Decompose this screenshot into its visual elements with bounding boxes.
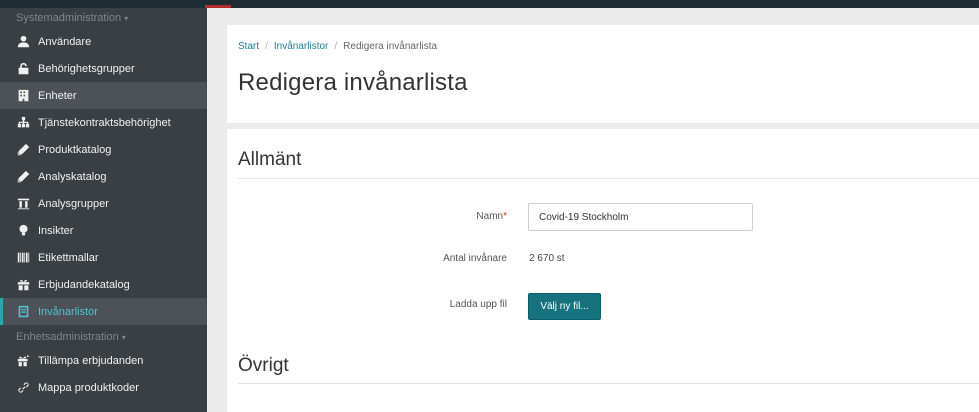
sidebar-section-label: Enhetsadministration bbox=[16, 331, 119, 343]
count-value: 2 670 st bbox=[529, 253, 565, 264]
sidebar-section-system[interactable]: Systemadministration ▾ bbox=[0, 8, 207, 28]
sidebar-item-label: Tjänstekontraktsbehörighet bbox=[38, 116, 171, 129]
sidebar-item-label: Enheter bbox=[38, 89, 77, 102]
main-content: Start / Invånarlistor / Redigera invånarlist… bbox=[207, 8, 979, 412]
page-title: Redigera invånarlista bbox=[238, 69, 468, 96]
sidebar: Systemadministration ▾ Användare Behörigh… bbox=[0, 8, 207, 412]
sidebar-item-anvandare[interactable]: Användare bbox=[0, 28, 207, 55]
sidebar-item-enheter[interactable]: Enheter bbox=[0, 82, 207, 109]
sidebar-item-analyskatalog[interactable]: Analyskatalog bbox=[0, 163, 207, 190]
sidebar-item-produktkatalog[interactable]: Produktkatalog bbox=[0, 136, 207, 163]
sitemap-icon bbox=[16, 116, 30, 130]
gift-apply-icon bbox=[16, 354, 30, 368]
name-input[interactable] bbox=[528, 203, 753, 231]
section-title-other: Övrigt bbox=[238, 355, 289, 376]
sidebar-item-label: Invånarlistor bbox=[38, 305, 98, 318]
caret-down-icon: ▾ bbox=[124, 14, 129, 23]
caret-down-icon: ▾ bbox=[121, 333, 126, 342]
name-label-text: Namn bbox=[476, 211, 504, 222]
sidebar-item-label: Analysgrupper bbox=[38, 197, 109, 210]
sidebar-item-label: Etikettmallar bbox=[38, 251, 99, 264]
lock-icon bbox=[16, 62, 30, 76]
section-divider bbox=[238, 383, 979, 384]
sidebar-item-label: Analyskatalog bbox=[38, 170, 107, 183]
count-label: Antal invånare bbox=[443, 253, 507, 264]
pencil-icon bbox=[16, 170, 30, 184]
sidebar-section-label: Systemadministration bbox=[16, 12, 122, 24]
gift-icon bbox=[16, 278, 30, 292]
breadcrumb: Start / Invånarlistor / Redigera invånarlist… bbox=[238, 41, 437, 52]
sidebar-item-label: Användare bbox=[38, 35, 92, 48]
section-divider bbox=[238, 178, 979, 179]
sidebar-item-analysgrupper[interactable]: Analysgrupper bbox=[0, 190, 207, 217]
breadcrumb-current: Redigera invånarlista bbox=[343, 41, 438, 52]
sidebar-item-tillampa-erbjudanden[interactable]: Tillämpa erbjudanden bbox=[0, 347, 207, 374]
upload-label: Ladda upp fil bbox=[449, 299, 507, 310]
sidebar-item-tjanstekontraktsbehorighet[interactable]: Tjänstekontraktsbehörighet bbox=[0, 109, 207, 136]
list-icon bbox=[16, 305, 30, 319]
sidebar-section-unit[interactable]: Enhetsadministration ▾ bbox=[0, 327, 207, 347]
lightbulb-icon bbox=[16, 224, 30, 238]
breadcrumb-separator: / bbox=[334, 41, 338, 52]
choose-file-button[interactable]: Välj ny fil... bbox=[528, 293, 601, 320]
link-icon bbox=[16, 381, 30, 395]
sidebar-item-erbjudandekatalog[interactable]: Erbjudandekatalog bbox=[0, 271, 207, 298]
form-panel: Allmänt Namn* Antal invånare 2 670 st La… bbox=[227, 129, 979, 412]
breadcrumb-separator: / bbox=[265, 41, 268, 52]
sidebar-item-label: Produktkatalog bbox=[38, 143, 112, 156]
sidebar-item-invanarlistor[interactable]: Invånarlistor bbox=[0, 298, 207, 325]
top-bar bbox=[0, 0, 979, 8]
sidebar-item-label: Tillämpa erbjudanden bbox=[38, 354, 144, 367]
sidebar-item-label: Insikter bbox=[38, 224, 74, 237]
breadcrumb-start-link[interactable]: Start bbox=[238, 41, 259, 52]
sidebar-item-behorighetsgrupper[interactable]: Behörighetsgrupper bbox=[0, 55, 207, 82]
user-icon bbox=[16, 35, 30, 49]
section-title-general: Allmänt bbox=[238, 149, 302, 170]
sidebar-item-insikter[interactable]: Insikter bbox=[0, 217, 207, 244]
columns-icon bbox=[16, 197, 30, 211]
breadcrumb-lists-link[interactable]: Invånarlistor bbox=[274, 41, 328, 52]
sidebar-item-label: Erbjudandekatalog bbox=[38, 278, 130, 291]
barcode-icon bbox=[16, 251, 30, 265]
pencil-icon bbox=[16, 143, 30, 157]
required-mark: * bbox=[503, 211, 507, 222]
sidebar-item-label: Mappa produktkoder bbox=[38, 381, 139, 394]
sidebar-item-label: Behörighetsgrupper bbox=[38, 62, 135, 75]
name-label: Namn* bbox=[227, 211, 507, 222]
sidebar-item-etikettmallar[interactable]: Etikettmallar bbox=[0, 244, 207, 271]
building-icon bbox=[16, 89, 30, 103]
sidebar-item-mappa-produktkoder[interactable]: Mappa produktkoder bbox=[0, 374, 207, 401]
page-header-panel: Start / Invånarlistor / Redigera invånarlist… bbox=[227, 25, 979, 123]
